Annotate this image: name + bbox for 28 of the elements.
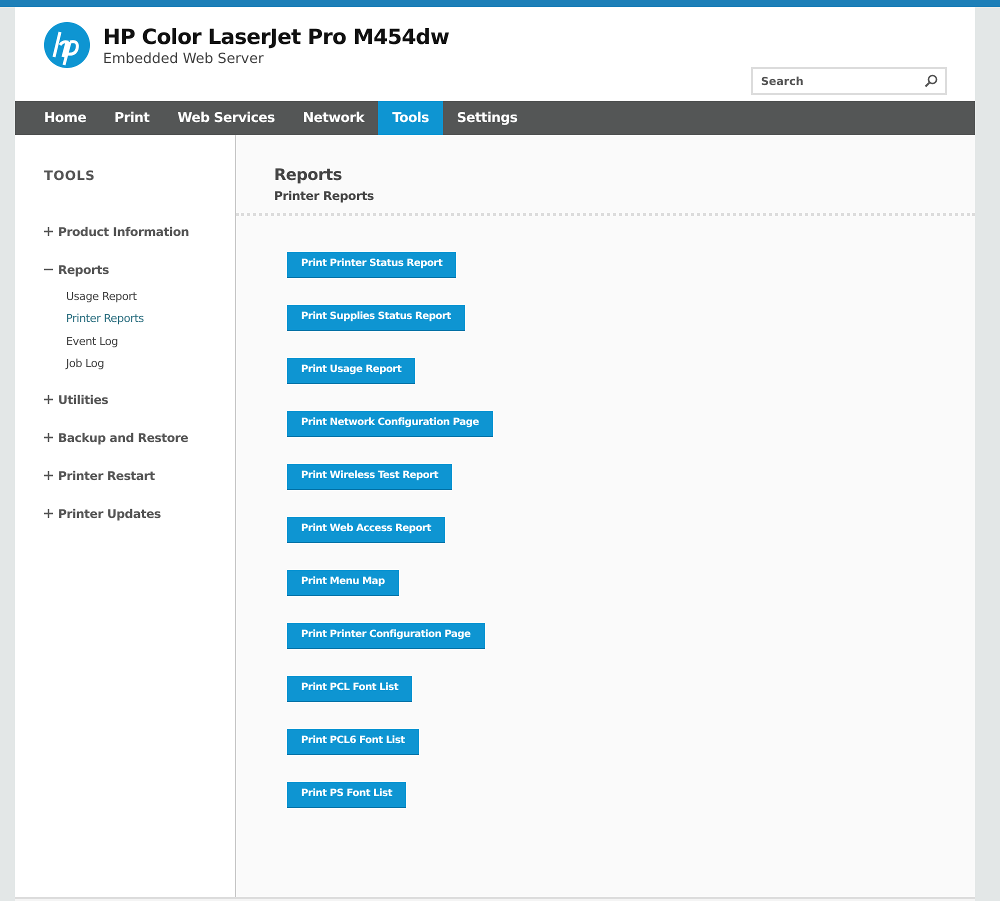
- search-field[interactable]: Search: [751, 67, 947, 95]
- sidebar-item[interactable]: Utilities: [58, 390, 108, 408]
- sidebar-item[interactable]: Product Information: [58, 222, 190, 240]
- subtitle: Embedded Web Server: [103, 50, 265, 68]
- hp-logo-icon: [43, 21, 91, 69]
- sidebar-item[interactable]: Printer Updates: [58, 504, 161, 522]
- expand-icon[interactable]: [44, 395, 53, 404]
- sidebar-title: TOOLS: [44, 168, 96, 186]
- nav-tab[interactable]: Settings: [442, 101, 532, 135]
- page-title: Reports: [274, 164, 343, 186]
- sidebar-subitem[interactable]: Usage Report: [44, 288, 235, 305]
- printer-title: HP Color LaserJet Pro M454dw: [103, 25, 450, 50]
- expand-icon[interactable]: [44, 471, 53, 480]
- sidebar-subitem[interactable]: Printer Reports: [44, 311, 235, 328]
- nav-tab[interactable]: Home: [30, 101, 100, 135]
- page-subtitle: Printer Reports: [274, 188, 375, 205]
- expand-icon[interactable]: [44, 227, 53, 236]
- sidebar-item[interactable]: Printer Restart: [58, 466, 155, 484]
- expand-icon[interactable]: [44, 433, 53, 442]
- sidebar-item[interactable]: Reports: [58, 260, 109, 278]
- sidebar-item[interactable]: Backup and Restore: [58, 428, 188, 446]
- nav-tab[interactable]: Print: [100, 101, 164, 135]
- search-icon[interactable]: [924, 74, 938, 88]
- sidebar-subitem[interactable]: Event Log: [44, 334, 235, 350]
- nav-tab[interactable]: Network: [288, 101, 378, 135]
- sidebar-subitem[interactable]: Job Log: [44, 356, 235, 372]
- expand-icon[interactable]: [44, 509, 53, 518]
- nav-tab[interactable]: Web Services: [163, 101, 289, 135]
